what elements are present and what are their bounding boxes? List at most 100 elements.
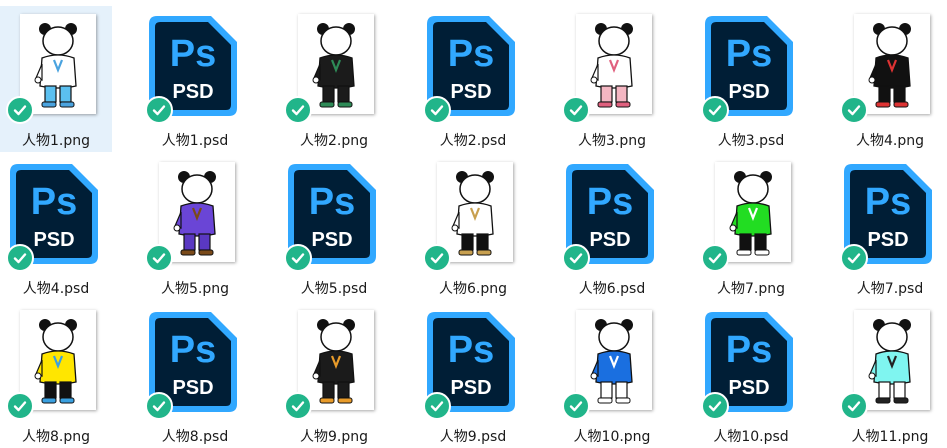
psd-badge-text: PSD xyxy=(450,81,491,103)
file-name-label: 人物4.psd xyxy=(22,281,90,297)
panda-character-icon xyxy=(312,319,355,404)
file-thumbnail: Ps PSD xyxy=(284,160,382,272)
file-name-label: 人物2.png xyxy=(299,133,368,149)
file-name-label: 人物8.png xyxy=(21,429,90,445)
file-thumbnail xyxy=(840,12,938,124)
sync-check-icon xyxy=(423,244,451,272)
ps-logo-text: Ps xyxy=(309,181,355,223)
file-thumbnail: Ps PSD xyxy=(6,160,104,272)
psd-file-item[interactable]: Ps PSD 人物4.psd xyxy=(0,154,112,300)
file-name-label: 人物7.png xyxy=(716,281,785,297)
sync-check-icon xyxy=(701,244,729,272)
png-file-item[interactable]: 人物1.png xyxy=(0,6,112,152)
image-thumbnail xyxy=(20,14,96,114)
psd-badge-text: PSD xyxy=(172,81,213,103)
file-thumbnail xyxy=(284,12,382,124)
psd-badge-text: PSD xyxy=(728,377,769,399)
sync-check-icon xyxy=(284,244,312,272)
image-thumbnail xyxy=(576,310,652,410)
panda-character-icon xyxy=(729,171,772,256)
png-file-item[interactable]: 人物6.png xyxy=(417,154,529,300)
png-file-item[interactable]: 人物10.png xyxy=(556,302,668,448)
png-file-item[interactable]: 人物3.png xyxy=(556,6,668,152)
file-thumbnail: Ps PSD xyxy=(423,308,521,420)
sync-check-icon xyxy=(562,244,590,272)
psd-file-item[interactable]: Ps PSD 人物9.psd xyxy=(417,302,529,448)
file-thumbnail xyxy=(145,160,243,272)
sync-check-icon xyxy=(145,244,173,272)
sync-check-icon xyxy=(6,96,34,124)
png-file-item[interactable]: 人物5.png xyxy=(139,154,251,300)
file-thumbnail xyxy=(6,308,104,420)
psd-file-item[interactable]: Ps PSD 人物2.psd xyxy=(417,6,529,152)
file-thumbnail: Ps PSD xyxy=(840,160,938,272)
file-thumbnail: Ps PSD xyxy=(701,308,799,420)
sync-check-icon xyxy=(840,392,868,420)
ps-logo-text: Ps xyxy=(587,181,633,223)
ps-logo-text: Ps xyxy=(726,33,772,75)
ps-logo-text: Ps xyxy=(448,329,494,371)
psd-badge-text: PSD xyxy=(172,377,213,399)
image-thumbnail xyxy=(298,310,374,410)
psd-file-item[interactable]: Ps PSD 人物6.psd xyxy=(556,154,668,300)
panda-character-icon xyxy=(590,319,633,404)
sync-check-icon xyxy=(423,96,451,124)
sync-check-icon xyxy=(840,96,868,124)
file-name-label: 人物3.png xyxy=(577,133,646,149)
psd-file-item[interactable]: Ps PSD 人物5.psd xyxy=(278,154,390,300)
sync-check-icon xyxy=(562,96,590,124)
panda-character-icon xyxy=(868,23,911,108)
sync-check-icon xyxy=(284,96,312,124)
sync-check-icon xyxy=(145,392,173,420)
file-thumbnail xyxy=(840,308,938,420)
file-name-label: 人物11.png xyxy=(851,429,929,445)
png-file-item[interactable]: 人物9.png xyxy=(278,302,390,448)
sync-check-icon xyxy=(840,244,868,272)
image-thumbnail xyxy=(20,310,96,410)
png-file-item[interactable]: 人物2.png xyxy=(278,6,390,152)
sync-check-icon xyxy=(145,96,173,124)
ps-logo-text: Ps xyxy=(726,329,772,371)
file-thumbnail: Ps PSD xyxy=(701,12,799,124)
panda-character-icon xyxy=(451,171,494,256)
file-name-label: 人物4.png xyxy=(855,133,924,149)
image-thumbnail xyxy=(437,162,513,262)
sync-check-icon xyxy=(6,392,34,420)
panda-character-icon xyxy=(590,23,633,108)
psd-badge-text: PSD xyxy=(311,229,352,251)
file-thumbnail xyxy=(562,308,660,420)
sync-check-icon xyxy=(701,96,729,124)
psd-file-item[interactable]: Ps PSD 人物10.psd xyxy=(695,302,807,448)
image-thumbnail xyxy=(715,162,791,262)
panda-character-icon xyxy=(312,23,355,108)
png-file-item[interactable]: 人物11.png xyxy=(834,302,946,448)
image-thumbnail xyxy=(854,14,930,114)
image-thumbnail xyxy=(298,14,374,114)
ps-logo-text: Ps xyxy=(448,33,494,75)
png-file-item[interactable]: 人物4.png xyxy=(834,6,946,152)
file-thumbnail: Ps PSD xyxy=(145,308,243,420)
file-thumbnail xyxy=(562,12,660,124)
file-name-label: 人物3.psd xyxy=(717,133,785,149)
file-thumbnail xyxy=(423,160,521,272)
file-name-label: 人物6.png xyxy=(438,281,507,297)
file-name-label: 人物9.psd xyxy=(439,429,507,445)
ps-logo-text: Ps xyxy=(170,33,216,75)
image-thumbnail xyxy=(576,14,652,114)
png-file-item[interactable]: 人物8.png xyxy=(0,302,112,448)
psd-badge-text: PSD xyxy=(33,229,74,251)
image-thumbnail xyxy=(854,310,930,410)
sync-check-icon xyxy=(423,392,451,420)
file-name-label: 人物8.psd xyxy=(161,429,229,445)
sync-check-icon xyxy=(6,244,34,272)
file-thumbnail: Ps PSD xyxy=(145,12,243,124)
psd-file-item[interactable]: Ps PSD 人物8.psd xyxy=(139,302,251,448)
ps-logo-text: Ps xyxy=(865,181,911,223)
psd-badge-text: PSD xyxy=(450,377,491,399)
psd-file-item[interactable]: Ps PSD 人物3.psd xyxy=(695,6,807,152)
sync-check-icon xyxy=(562,392,590,420)
png-file-item[interactable]: 人物7.png xyxy=(695,154,807,300)
psd-file-item[interactable]: Ps PSD 人物7.psd xyxy=(834,154,946,300)
file-name-label: 人物7.psd xyxy=(856,281,924,297)
psd-file-item[interactable]: Ps PSD 人物1.psd xyxy=(139,6,251,152)
